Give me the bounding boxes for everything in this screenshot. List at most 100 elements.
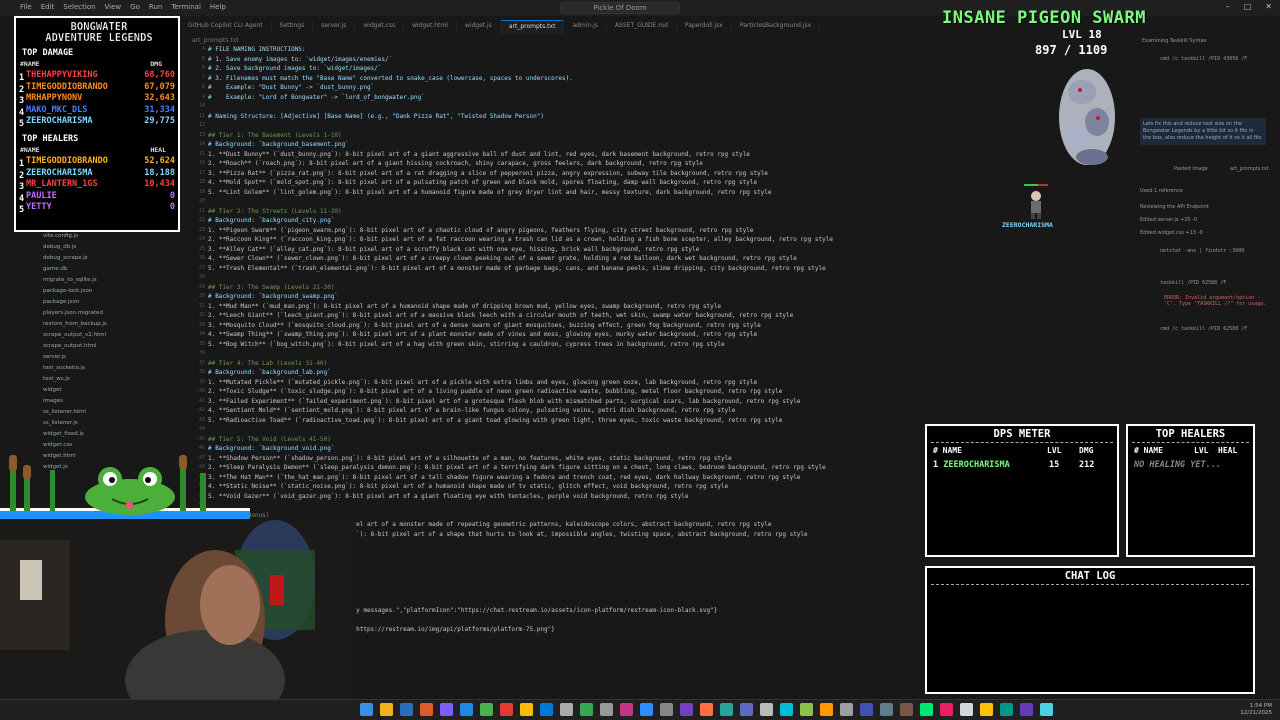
taskbar-app-icon[interactable] [860, 703, 873, 716]
explorer-item[interactable]: widget.css [43, 442, 72, 448]
taskbar-app-icon[interactable] [660, 703, 673, 716]
explorer-item[interactable]: ss_listener.html [43, 409, 86, 415]
explorer-item[interactable]: test_socketio.js [43, 365, 85, 371]
explorer-item[interactable]: images [43, 398, 63, 404]
edited-file[interactable]: Edited server.js +25 -0 [1140, 217, 1197, 223]
taskbar-app-icon[interactable] [760, 703, 773, 716]
taskbar-app-icon[interactable] [920, 703, 933, 716]
taskbar-app-icon[interactable] [980, 703, 993, 716]
menu-selection[interactable]: Selection [63, 3, 95, 11]
boss-hp: 897 / 1109 [1035, 43, 1108, 57]
menu-edit[interactable]: Edit [41, 3, 55, 11]
explorer-item[interactable]: widget_fixed.js [43, 431, 84, 437]
taskbar-app-icon[interactable] [720, 703, 733, 716]
explorer-item[interactable]: game.db [43, 266, 67, 272]
tab-art-prompts[interactable]: art_prompts.txt [500, 20, 565, 34]
explorer-item[interactable]: scrape_output_v2.html [43, 332, 106, 338]
taskbar-app-icon[interactable] [960, 703, 973, 716]
taskbar-app-icon[interactable] [820, 703, 833, 716]
code-line: 1. **Mud Man** (`mud_man.png`): 8-bit pi… [208, 302, 721, 310]
used-references[interactable]: Used 1 reference [1140, 188, 1183, 194]
breadcrumb[interactable]: art_prompts.txt [192, 37, 239, 44]
taskbar-app-icon[interactable] [640, 703, 653, 716]
attachment-image[interactable]: Pasted image [1174, 166, 1208, 172]
leaderboard-row: 3 MR_LANTERN_1GS 10,434 [19, 179, 177, 192]
tab-settings[interactable]: Settings [272, 20, 314, 34]
taskbar-app-icon[interactable] [900, 703, 913, 716]
tab-copilot-cli[interactable]: GitHub Copilot CLI Agent [180, 20, 272, 34]
taskbar-app-icon[interactable] [400, 703, 413, 716]
menu-terminal[interactable]: Terminal [171, 3, 201, 11]
explorer-item[interactable]: test_ws.js [43, 376, 70, 382]
frog-mascot [0, 455, 250, 519]
tab-admin-js[interactable]: admin.js [564, 20, 607, 34]
tab-server-js[interactable]: server.js [313, 20, 356, 34]
explorer-item[interactable]: debug_db.js [43, 244, 76, 250]
score-value: 0 [169, 202, 175, 212]
tab-asset-guide[interactable]: ASSET_GUIDE.md [607, 20, 677, 34]
code-line: ## Tier 1: The Basement (Levels 1-10) [208, 131, 342, 139]
leaderboard-row: 5 YETTY 0 [19, 202, 177, 215]
taskbar-app-icon[interactable] [560, 703, 573, 716]
agent-step: Reviewing the API Endpoint [1140, 204, 1209, 210]
taskbar-app-icon[interactable] [700, 703, 713, 716]
explorer-item[interactable]: widget [43, 387, 62, 393]
maximize-icon[interactable]: □ [1244, 2, 1252, 11]
taskbar-app-icon[interactable] [360, 703, 373, 716]
command-center-search[interactable]: Pickle Of Doom [560, 2, 680, 14]
taskbar-app-icon[interactable] [420, 703, 433, 716]
explorer-item[interactable]: ss_listener.js [43, 420, 78, 426]
explorer-item[interactable]: package.json [43, 299, 79, 305]
taskbar-app-icon[interactable] [940, 703, 953, 716]
taskbar-app-icon[interactable] [1040, 703, 1053, 716]
menu-go[interactable]: Go [130, 3, 140, 11]
taskbar-app-icon[interactable] [500, 703, 513, 716]
taskbar-app-icon[interactable] [620, 703, 633, 716]
tab-widget-js[interactable]: widget.js [457, 20, 501, 34]
explorer-item[interactable]: vite.config.js [43, 233, 78, 239]
dps-row: 1 ZEEROCHARISMA 15 212 [933, 460, 1095, 470]
taskbar-app-icon[interactable] [800, 703, 813, 716]
menu-file[interactable]: File [20, 3, 32, 11]
taskbar-app-icon[interactable] [600, 703, 613, 716]
tab-paperdoll[interactable]: Paperdoll.jsx [677, 20, 732, 34]
taskbar-app-icon[interactable] [740, 703, 753, 716]
taskbar-app-icon[interactable] [1020, 703, 1033, 716]
taskbar-app-icon[interactable] [540, 703, 553, 716]
taskbar-app-icon[interactable] [880, 703, 893, 716]
explorer-item[interactable]: scrape_output.html [43, 343, 97, 349]
taskbar-app-icon[interactable] [840, 703, 853, 716]
player-sprite [1024, 184, 1048, 219]
leaderboard-row: 2 TIMEGODDIOBRANDO 67,079 [19, 82, 177, 95]
taskbar-app-icon[interactable] [780, 703, 793, 716]
explorer-item[interactable]: server.js [43, 354, 66, 360]
score-value: 31,334 [144, 104, 175, 115]
explorer-item[interactable]: migrate_to_sqlite.js [43, 277, 97, 283]
taskbar-app-icon[interactable] [380, 703, 393, 716]
tab-widget-html[interactable]: widget.html [404, 20, 457, 34]
explorer-item[interactable]: players.json.migrated [43, 310, 103, 316]
taskbar-app-icon[interactable] [520, 703, 533, 716]
taskbar-app-icon[interactable] [1000, 703, 1013, 716]
system-clock[interactable]: 1:54 PM 12/21/2025 [1240, 703, 1272, 717]
taskbar-app-icon[interactable] [440, 703, 453, 716]
tab-particles-bg[interactable]: ParticlesBackground.jsx [732, 20, 821, 34]
minimize-icon[interactable]: – [1226, 2, 1230, 11]
attachment-file[interactable]: art_prompts.txt [1230, 166, 1269, 172]
menu-help[interactable]: Help [210, 3, 226, 11]
explorer-item[interactable]: debug_scrape.js [43, 255, 88, 261]
taskbar-app-icon[interactable] [680, 703, 693, 716]
explorer-item[interactable]: package-lock.json [43, 288, 92, 294]
terminal-error: ERROR: Invalid argument/option - 'C'. Ty… [1164, 295, 1267, 307]
taskbar-app-icon[interactable] [460, 703, 473, 716]
explorer-item[interactable]: restore_from_backup.js [43, 321, 107, 327]
menu-run[interactable]: Run [149, 3, 162, 11]
code-line: 5. **Lint Golem** (`lint_golem.png`): 8-… [208, 188, 772, 196]
code-line: # 3. Filenames must match the "Base Name… [208, 74, 573, 82]
tab-widget-css[interactable]: widget.css [355, 20, 405, 34]
taskbar-app-icon[interactable] [480, 703, 493, 716]
edited-file[interactable]: Edited widget.css +13 -0 [1140, 230, 1203, 236]
taskbar-app-icon[interactable] [580, 703, 593, 716]
menu-view[interactable]: View [105, 3, 122, 11]
close-icon[interactable]: ✕ [1265, 2, 1272, 11]
